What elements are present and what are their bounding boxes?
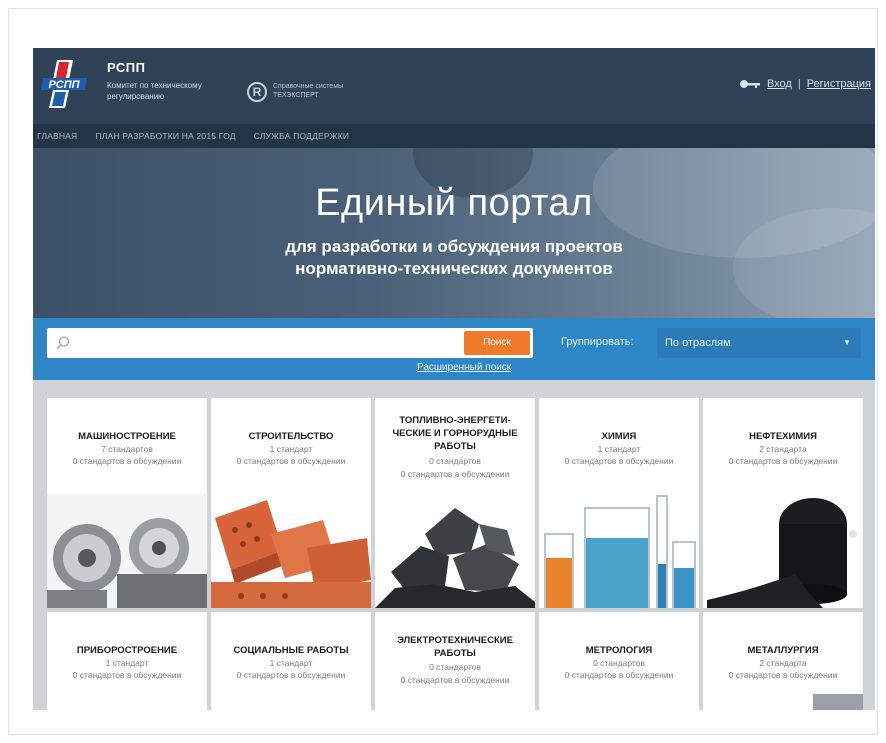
search-button[interactable]: Поиск [464, 331, 530, 355]
standards-count: 1 стандарт [269, 444, 313, 454]
industry-card-title: МАШИНОСТРОЕНИЕ [47, 430, 207, 443]
coal-image [375, 494, 535, 608]
hero-subtitle-line: нормативно-технических документов [295, 259, 613, 278]
group-by-label: Группировать: [561, 336, 634, 348]
industry-card-title: СОЦИАЛЬНЫЕ РАБОТЫ [211, 644, 371, 657]
industry-card-electrical[interactable]: ЭЛЕКТРОТЕХНИЧЕСКИЕ РАБОТЫ 0 стандартов 0… [375, 612, 535, 710]
registered-mark-icon: R [247, 82, 267, 102]
nav-item-plan[interactable]: ПЛАН РАЗРАБОТКИ НА 2015 ГОД [95, 131, 235, 141]
rspp-logo-icon[interactable]: РСПП [39, 56, 91, 112]
industry-card-title-line: ЧЕСКИЕ И ГОРНОРУДНЫЕ [392, 428, 518, 439]
discussion-count: 0 стандартов в обсуждении [236, 456, 346, 466]
oil-barrel-image [703, 474, 863, 608]
standards-count: 1 стандарт [269, 658, 313, 668]
advanced-search-link[interactable]: Расширенный поиск [417, 362, 511, 373]
search-icon [56, 336, 70, 350]
industry-card-title: ПРИБОРОСТРОЕНИЕ [47, 644, 207, 657]
industry-card-title: МЕТРОЛОГИЯ [539, 644, 699, 657]
hero-subtitle-line: для разработки и обсуждения проектов [285, 237, 623, 256]
site-header: РСПП РСПП Комитет по техническому регули… [33, 48, 875, 124]
auth-divider: | [797, 78, 801, 90]
standards-count: 0 стандартов [429, 456, 481, 466]
hero-banner: Единый портал для разработки и обсуждени… [33, 148, 875, 318]
industry-card-title: ХИМИЯ [539, 430, 699, 443]
discussion-count: 0 стандартов в обсуждении [72, 670, 182, 680]
industry-grid: МАШИНОСТРОЕНИЕ 7 стандартов 0 стандартов… [33, 398, 875, 710]
standards-count: 1 стандарт [105, 658, 149, 668]
industry-card-petrochemistry[interactable]: НЕФТЕХИМИЯ 2 стандарта 0 стандартов в об… [703, 398, 863, 608]
industry-card-title: ЭЛЕКТРОТЕХНИЧЕСКИЕ РАБОТЫ [375, 634, 535, 660]
discussion-count: 0 стандартов в обсуждении [236, 670, 346, 680]
discussion-count: 0 стандартов в обсуждении [564, 456, 674, 466]
industry-card-title-line: МЕТАЛЛУРГИЯ [747, 645, 819, 656]
metallurgy-image [813, 694, 863, 710]
industry-card-title: ТОПЛИВНО-ЭНЕРГЕТИ- ЧЕСКИЕ И ГОРНОРУДНЫЕ … [375, 414, 535, 453]
industry-card-title-line: РАБОТЫ [434, 441, 476, 452]
register-link[interactable]: Регистрация [807, 78, 871, 90]
industry-card-title-line: ТОПЛИВНО-ЭНЕРГЕТИ- [399, 415, 511, 426]
industry-card-title-line: ПРИБОРОСТРОЕНИЕ [76, 645, 178, 656]
nav-item-home[interactable]: ГЛАВНАЯ [37, 131, 77, 141]
industry-card-title: СТРОИТЕЛЬСТВО [211, 430, 371, 443]
machinery-image [47, 494, 207, 608]
industry-card-machinery[interactable]: МАШИНОСТРОЕНИЕ 7 стандартов 0 стандартов… [47, 398, 207, 608]
discussion-count: 0 стандартов в обсуждении [400, 469, 510, 479]
standards-count: 7 стандартов [101, 444, 153, 454]
discussion-count: 0 стандартов в обсуждении [564, 670, 674, 680]
group-by-select[interactable]: По отраслям ▼ [657, 328, 861, 358]
standards-count: 0 стандартов [429, 662, 481, 672]
org-subtitle: Комитет по техническому регулированию [107, 81, 202, 101]
standards-count: 1 стандарт [597, 444, 641, 454]
industry-card-title: НЕФТЕХИМИЯ [703, 430, 863, 443]
auth-links: Вход | Регистрация [739, 78, 871, 90]
svg-text:РСПП: РСПП [48, 79, 80, 91]
industry-card-title-line: РАБОТЫ [434, 648, 476, 659]
industry-card-instrument-making[interactable]: ПРИБОРОСТРОЕНИЕ 1 стандарт 0 стандартов … [47, 612, 207, 710]
industry-card-metallurgy[interactable]: МЕТАЛЛУРГИЯ 2 стандарта 0 стандартов в о… [703, 612, 863, 710]
industry-card-title-line: МАШИНОСТРОЕНИЕ [78, 431, 176, 442]
industry-card-metrology[interactable]: МЕТРОЛОГИЯ 0 стандартов 0 стандартов в о… [539, 612, 699, 710]
main-nav: ГЛАВНАЯ ПЛАН РАЗРАБОТКИ НА 2015 ГОД СЛУЖ… [33, 124, 875, 148]
login-link[interactable]: Вход [767, 78, 792, 90]
industry-card-title: МЕТАЛЛУРГИЯ [703, 644, 863, 657]
discussion-count: 0 стандартов в обсуждении [728, 456, 838, 466]
industry-card-title-line: СТРОИТЕЛЬСТВО [248, 431, 334, 442]
standards-count: 0 стандартов [593, 658, 645, 668]
industry-card-social-works[interactable]: СОЦИАЛЬНЫЕ РАБОТЫ 1 стандарт 0 стандарто… [211, 612, 371, 710]
search-panel: Поиск Расширенный поиск Группировать: По… [33, 318, 875, 380]
standards-count: 2 стандарта [759, 444, 807, 454]
chevron-down-icon: ▼ [843, 338, 851, 347]
portal-page: РСПП РСПП Комитет по техническому регули… [33, 48, 875, 710]
nav-item-support[interactable]: СЛУЖБА ПОДДЕРЖКИ [254, 131, 350, 141]
hero-title: Единый портал [315, 182, 593, 224]
key-icon [739, 80, 760, 88]
standards-count: 2 стандарта [759, 658, 807, 668]
industry-card-fuel-energy[interactable]: ТОПЛИВНО-ЭНЕРГЕТИ- ЧЕСКИЕ И ГОРНОРУДНЫЕ … [375, 398, 535, 608]
discussion-count: 0 стандартов в обсуждении [400, 675, 510, 685]
discussion-count: 0 стандартов в обсуждении [72, 456, 182, 466]
industry-card-title-line: ХИМИЯ [601, 431, 637, 442]
flasks-image [539, 494, 699, 608]
industry-card-title-line: НЕФТЕХИМИЯ [749, 431, 817, 442]
hero-subtitle: для разработки и обсуждения проектов нор… [33, 236, 875, 280]
industry-card-construction[interactable]: СТРОИТЕЛЬСТВО 1 стандарт 0 стандартов в … [211, 398, 371, 608]
discussion-count: 0 стандартов в обсуждении [728, 670, 838, 680]
org-name[interactable]: РСПП [107, 60, 145, 75]
industry-card-chemistry[interactable]: ХИМИЯ 1 стандарт 0 стандартов в обсужден… [539, 398, 699, 608]
reference-system-label[interactable]: Справочные системы ТЕХЭКСПЕРТ [273, 82, 363, 100]
industry-card-title-line: МЕТРОЛОГИЯ [585, 645, 653, 656]
industry-card-title-line: СОЦИАЛЬНЫЕ РАБОТЫ [233, 645, 349, 656]
search-input[interactable]: Поиск [47, 328, 533, 358]
bricks-image [211, 494, 371, 608]
industry-card-title-line: ЭЛЕКТРОТЕХНИЧЕСКИЕ [397, 635, 513, 646]
group-by-value: По отраслям [665, 337, 731, 349]
